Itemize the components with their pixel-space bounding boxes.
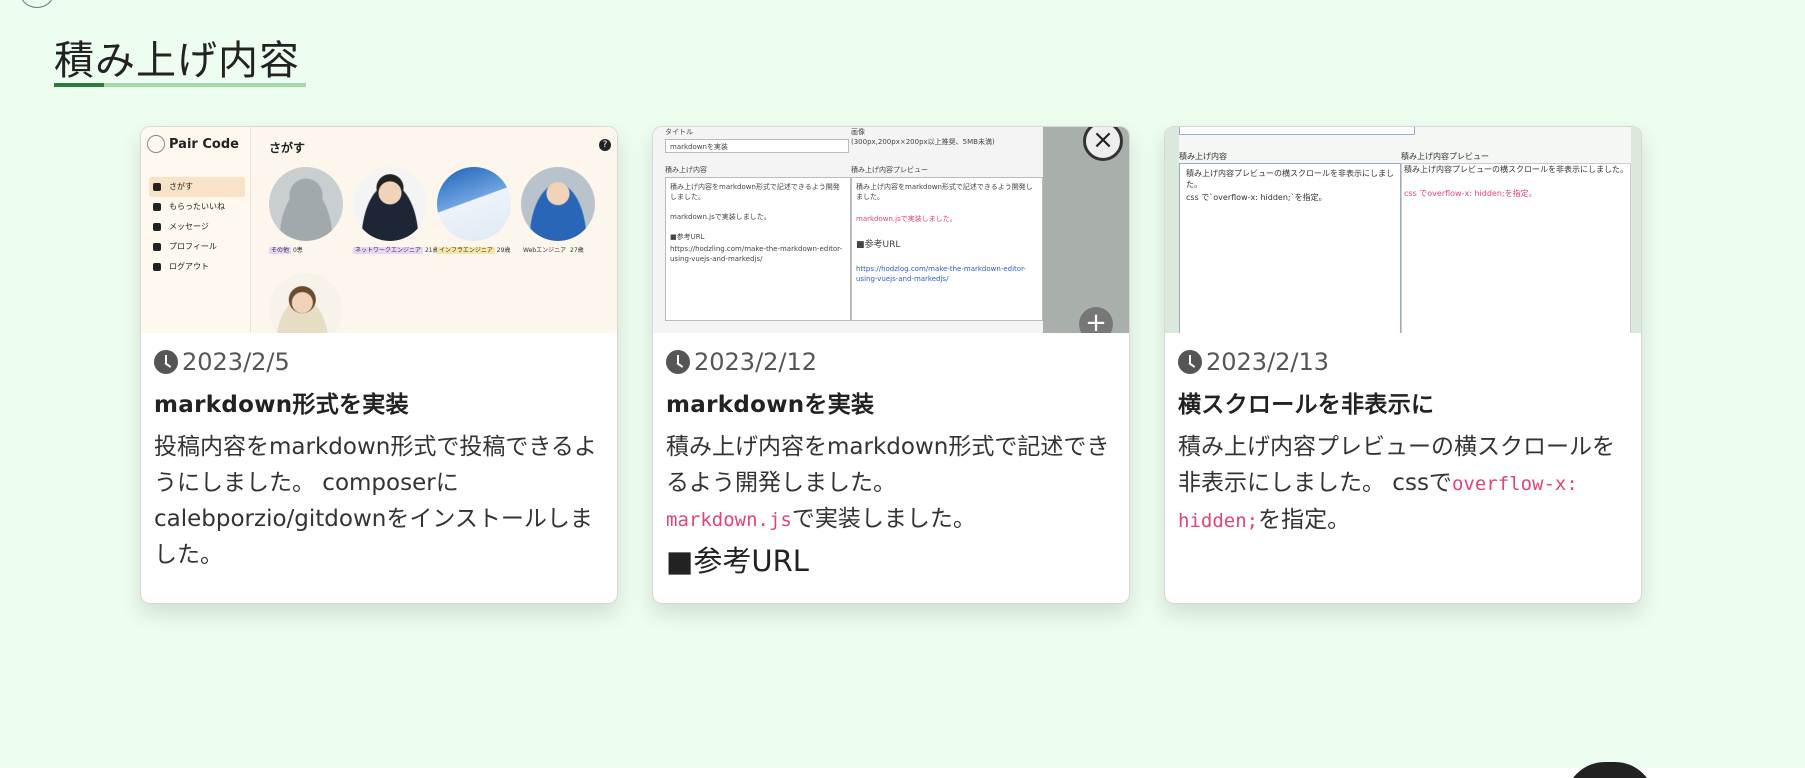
card-date: 2023/2/13 [1178, 347, 1628, 377]
add-icon[interactable]: + [1079, 307, 1113, 333]
card-title[interactable]: 横スクロールを非表示に [1178, 385, 1628, 419]
title-underline-accent [54, 83, 104, 87]
page-background: 積み上げ内容 Pair Code さがす もらったいいね メッセージ プロフィー… [0, 0, 1805, 768]
card-date: 2023/2/12 [666, 347, 1116, 377]
clock-icon [666, 350, 690, 374]
card-title[interactable]: markdown形式を実装 [154, 385, 604, 419]
date-text: 2023/2/5 [182, 348, 290, 376]
thumb-content-label: 積み上げ内容 [665, 166, 707, 174]
user-avatar [269, 273, 343, 333]
thumb-content-textarea: 積み上げ内容をmarkdown形式で記述できるよう開発しました。 markdow… [665, 177, 851, 321]
thumb-content-textarea: 積み上げ内容プレビューの横スクロールを非表示にしました。 css で`overf… [1179, 163, 1401, 333]
user-label: インフラエンジニア 29歳 [437, 247, 511, 254]
thumb-preview-panel: 積み上げ内容プレビューの横スクロールを非表示にしました。 css でoverfl… [1401, 163, 1631, 333]
card-body: 2023/2/12 markdownを実装 積み上げ内容をmarkdown形式で… [653, 333, 1129, 580]
thumb-title-label: タイトル [665, 128, 693, 136]
user-label: Webエンジニア 27歳 [523, 247, 584, 254]
date-text: 2023/2/13 [1206, 348, 1330, 376]
user-label: その他 0患 [269, 247, 303, 254]
card-thumbnail: タイトル markdownを実装 画像 (300px,200px×200px以上… [653, 127, 1129, 333]
thumb-nav-item: もらったいいね [149, 197, 245, 217]
thumb-preview-label: 積み上げ内容プレビュー [851, 166, 928, 174]
thumb-left-border [1165, 127, 1179, 333]
card-thumbnail: 積み上げ内容 積み上げ内容プレビューの横スクロールを非表示にしました。 css … [1165, 127, 1641, 333]
thumb-nav: さがす もらったいいね メッセージ プロフィール ログアウト [149, 177, 245, 277]
thumb-nav-item: メッセージ [149, 217, 245, 237]
card-description: 積み上げ内容プレビューの横スクロールを非表示にしました。 cssでoverflo… [1178, 434, 1615, 533]
thumb-app-logo: Pair Code [147, 135, 239, 153]
thumb-image-label: 画像 [851, 128, 865, 136]
inline-code: markdown.js [666, 509, 792, 531]
card-body: 2023/2/13 横スクロールを非表示に 積み上げ内容プレビューの横スクロール… [1165, 333, 1641, 539]
user-label: ネットワークエンジニア 21歳 [353, 247, 439, 254]
thumb-app-name: Pair Code [169, 136, 239, 152]
thumb-right-border [1631, 127, 1641, 333]
help-icon: ? [599, 139, 611, 151]
site-logo-icon[interactable] [20, 0, 54, 8]
card-list: Pair Code さがす もらったいいね メッセージ プロフィール ログアウト… [140, 126, 1642, 604]
user-avatar [521, 167, 595, 241]
user-avatar [437, 167, 511, 241]
thumb-title-input [1179, 127, 1415, 135]
thumb-heading: さがす [269, 141, 306, 155]
thumb-preview-label: 積み上げ内容プレビュー [1401, 152, 1489, 161]
post-card[interactable]: 積み上げ内容 積み上げ内容プレビューの横スクロールを非表示にしました。 css … [1164, 126, 1642, 604]
footer-strip [0, 768, 1805, 778]
card-title[interactable]: markdownを実装 [666, 385, 1116, 419]
date-text: 2023/2/12 [694, 348, 818, 376]
thumb-nav-item: プロフィール [149, 237, 245, 257]
thumb-content-label: 積み上げ内容 [1179, 152, 1227, 161]
thumb-nav-item: さがす [149, 177, 245, 197]
clock-icon [1178, 350, 1202, 374]
post-card[interactable]: タイトル markdownを実装 画像 (300px,200px×200px以上… [652, 126, 1130, 604]
reference-heading: ■参考URL [666, 544, 809, 578]
card-description: 積み上げ内容をmarkdown形式で記述できるよう開発しました。 markdow… [666, 434, 1110, 532]
modal-overlay [1043, 127, 1129, 333]
thumb-nav-item: ログアウト [149, 257, 245, 277]
thumb-image-hint: (300px,200px×200px以上推奨、5MB未満) [851, 138, 995, 146]
user-avatar [269, 167, 343, 241]
card-thumbnail: Pair Code さがす もらったいいね メッセージ プロフィール ログアウト… [141, 127, 617, 333]
card-body: 2023/2/5 markdown形式を実装 投稿内容をmarkdown形式で投… [141, 333, 617, 573]
pair-code-logo-icon [147, 135, 165, 153]
thumb-preview-panel: 積み上げ内容をmarkdown形式で記述できるよう開発しました。 markdow… [851, 177, 1043, 321]
clock-icon [154, 350, 178, 374]
card-date: 2023/2/5 [154, 347, 604, 377]
card-description: 投稿内容をmarkdown形式で投稿できるようにしました。 composerにc… [154, 434, 597, 568]
post-card[interactable]: Pair Code さがす もらったいいね メッセージ プロフィール ログアウト… [140, 126, 618, 604]
thumb-title-input: markdownを実装 [665, 139, 849, 153]
user-avatar [353, 167, 427, 241]
